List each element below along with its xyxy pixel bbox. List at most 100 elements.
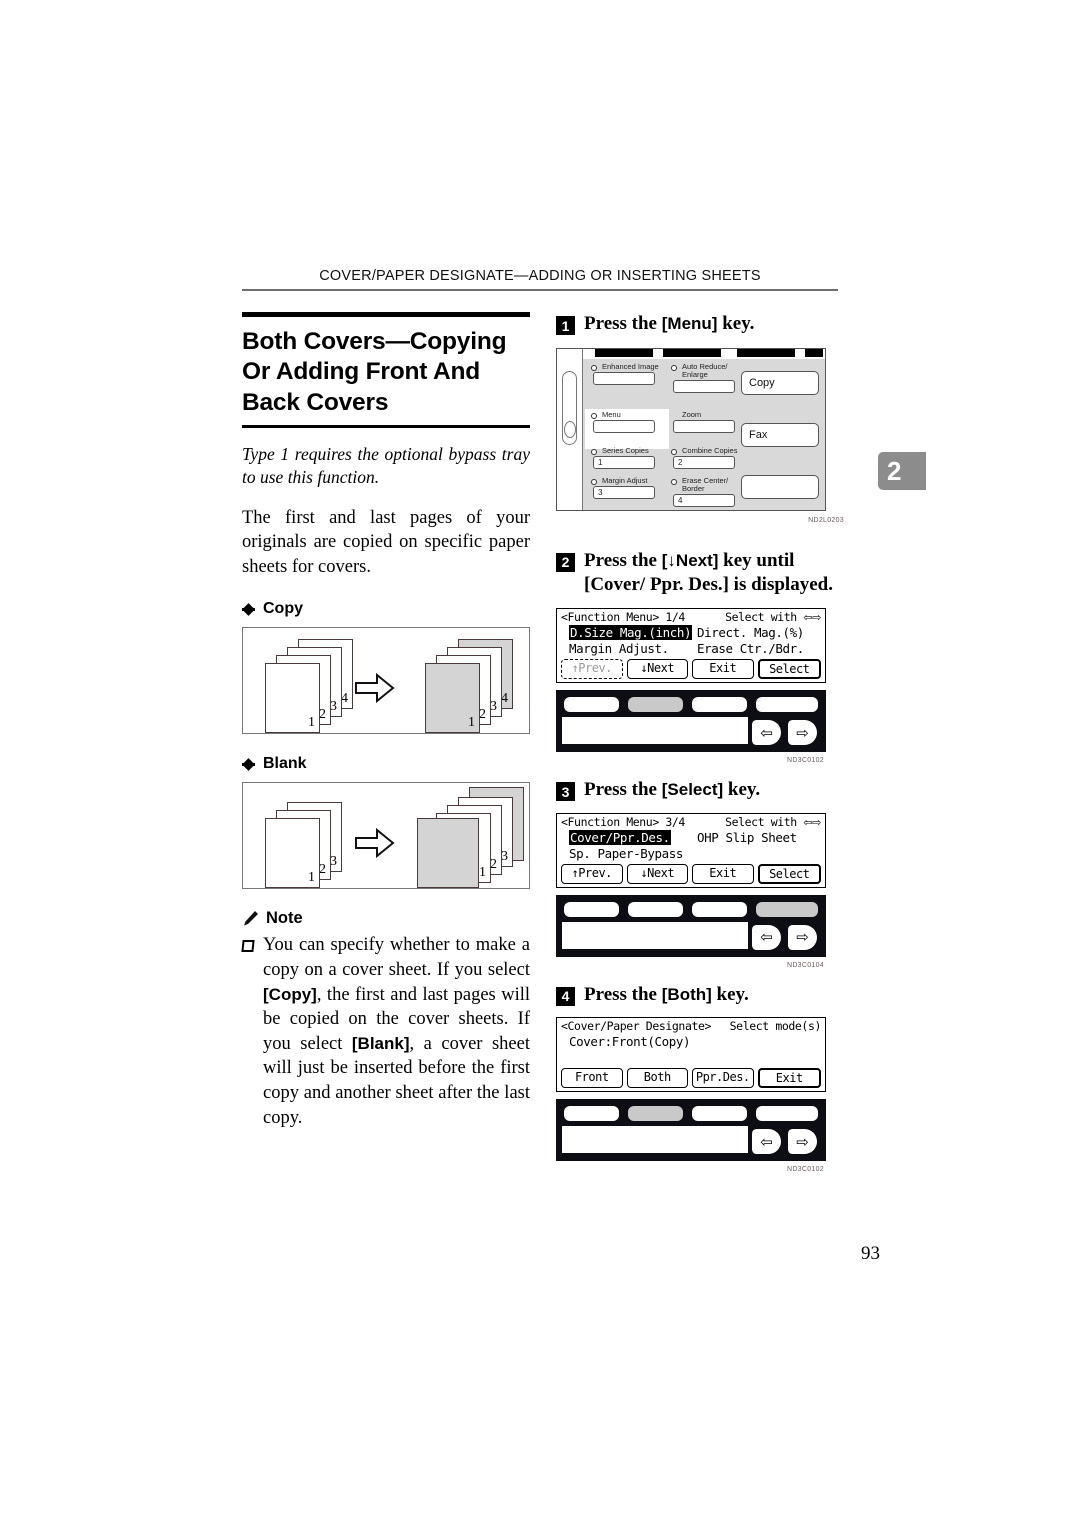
lcd-function-menu-3-4: <Function Menu> 3/4 Select with ⇦⇨ Cover… xyxy=(556,812,826,888)
diamond-bullet-icon xyxy=(242,603,255,616)
led-icon xyxy=(671,448,677,455)
left-arrow-key[interactable]: ⇦ xyxy=(752,924,781,950)
softkey-1[interactable] xyxy=(564,901,619,917)
right-arrow-key[interactable]: ⇨ xyxy=(788,1129,817,1155)
panel-key-button[interactable] xyxy=(593,371,655,385)
menu-key-label: [Menu] xyxy=(661,314,718,333)
lcd-btn-prev[interactable]: ↑Prev. xyxy=(561,659,623,680)
panel-mode-copy[interactable]: Copy xyxy=(741,370,819,395)
lcd-btn-select[interactable]: Select xyxy=(757,659,821,680)
softkey-2[interactable] xyxy=(628,901,683,917)
left-arrow-key[interactable]: ⇦ xyxy=(752,1129,781,1155)
lcd-option[interactable]: OHP Slip Sheet xyxy=(697,830,797,846)
lcd-function-menu-1-4: <Function Menu> 1/4 Select with ⇦⇨ D.Siz… xyxy=(556,608,826,684)
panel-key-enhanced-image[interactable]: Enhanced Image xyxy=(591,361,671,385)
lcd-btn-exit[interactable]: Exit xyxy=(692,659,754,680)
note-key-label: [Copy] xyxy=(263,984,317,1004)
lcd-option[interactable]: Sp. Paper-Bypass xyxy=(569,846,697,862)
step-text: Press the [Select] key. xyxy=(584,779,761,801)
lcd-btn-prev[interactable]: ↑Prev. xyxy=(561,863,623,884)
panel-key-label: Enhanced Image xyxy=(602,361,659,371)
figure-code: ND3C0102 xyxy=(786,1166,824,1174)
panel-key-label: Auto Reduce/ Enlarge xyxy=(682,361,728,379)
led-icon xyxy=(591,478,597,485)
panel-key-label: Margin Adjust xyxy=(602,475,648,485)
lcd-btn-both[interactable]: Both xyxy=(626,1068,688,1089)
panel-key-menu[interactable]: Menu xyxy=(591,410,671,433)
sheet-number: 1 xyxy=(468,715,475,731)
softkey-1[interactable] xyxy=(564,1106,619,1122)
blank-heading: Blank xyxy=(242,755,530,773)
step-number: 2 xyxy=(556,552,575,572)
softkey-bar-3: ⇦ ⇨ ND3C0102 xyxy=(556,1099,826,1173)
lcd-btn-exit[interactable]: Exit xyxy=(692,863,754,884)
led-icon xyxy=(591,364,597,371)
lcd-option[interactable]: Direct. Mag.(%) xyxy=(697,625,804,641)
lcd-softkey-labels: ↑Prev. ↓Next Exit Select xyxy=(557,862,825,887)
panel-key-button[interactable]: 3 xyxy=(593,485,655,499)
softkey-3[interactable] xyxy=(692,1106,747,1122)
panel-key-button[interactable] xyxy=(673,419,735,433)
panel-key-button[interactable] xyxy=(673,379,735,393)
lcd-blank-line xyxy=(557,1050,825,1066)
lcd-softkey-labels: ↑Prev. ↓Next Exit Select xyxy=(557,657,825,682)
lcd-title: <Function Menu> 1/4 xyxy=(561,610,685,625)
panel-key-label: Combine Copies xyxy=(682,445,738,455)
panel-mode-extra[interactable] xyxy=(741,474,819,499)
panel-key-combine-copies[interactable]: Combine Copies 2 xyxy=(671,445,751,469)
lcd-btn-next[interactable]: ↓Next xyxy=(626,659,688,680)
panel-mode-fax[interactable]: Fax xyxy=(741,422,819,447)
right-arrow-icon xyxy=(355,828,395,859)
softkey-4[interactable] xyxy=(756,901,818,917)
step-text: Press the [Menu] key. xyxy=(584,313,755,334)
control-panel-figure: Enhanced Image Auto Reduce/ Enlarge Menu… xyxy=(556,347,846,524)
lcd-option[interactable]: Erase Ctr./Bdr. xyxy=(697,641,804,657)
sheet-number: 1 xyxy=(308,715,315,731)
both-key-label: [Both] xyxy=(661,984,712,1004)
softkey-3[interactable] xyxy=(692,901,747,917)
softkey-2[interactable] xyxy=(628,697,683,713)
step-number: 4 xyxy=(556,986,575,1006)
lcd-option[interactable]: Margin Adjust. xyxy=(569,641,697,657)
lcd-hint: Select with ⇦⇨ xyxy=(725,814,821,829)
lcd-title: <Cover/Paper Designate> xyxy=(561,1019,712,1034)
panel-key-margin-adjust[interactable]: Margin Adjust 3 xyxy=(591,475,671,499)
softkey-4[interactable] xyxy=(756,1106,818,1122)
lcd-hint: Select mode(s) xyxy=(729,1019,822,1034)
lcd-title: <Function Menu> 3/4 xyxy=(561,814,685,829)
figure-code: ND2L0203 xyxy=(808,516,844,524)
lcd-hint-arrows: ⇦⇨ xyxy=(803,815,821,829)
left-arrow-key[interactable]: ⇦ xyxy=(752,720,781,746)
sheet-number: 4 xyxy=(501,691,508,707)
lcd-btn-front[interactable]: Front xyxy=(561,1068,623,1089)
note-item: You can specify whether to make a copy o… xyxy=(241,933,530,1130)
lcd-option-row: D.Size Mag.(inch) Direct. Mag.(%) xyxy=(557,625,825,641)
softkey-4[interactable] xyxy=(756,697,818,713)
sheet-number: 4 xyxy=(341,691,348,707)
panel-key-button[interactable]: 1 xyxy=(593,455,655,469)
right-arrow-key[interactable]: ⇨ xyxy=(788,720,817,746)
display-strip xyxy=(562,1126,748,1154)
lcd-option-selected[interactable]: D.Size Mag.(inch) xyxy=(569,625,693,641)
sheet-out-front-cover xyxy=(417,818,479,889)
panel-key-series-copies[interactable]: Series Copies 1 xyxy=(591,446,671,469)
softkey-1[interactable] xyxy=(564,697,619,713)
panel-key-erase-center-border[interactable]: Erase Center/ Border 4 xyxy=(671,476,751,507)
lcd-btn-ppr-des[interactable]: Ppr.Des. xyxy=(692,1068,754,1089)
panel-key-button[interactable]: 2 xyxy=(673,455,735,469)
panel-key-auto-reduce-enlarge[interactable]: Auto Reduce/ Enlarge xyxy=(671,361,751,393)
running-header: COVER/PAPER DESIGNATE—ADDING OR INSERTIN… xyxy=(319,268,761,284)
right-arrow-key[interactable]: ⇨ xyxy=(788,924,817,950)
lcd-option-selected[interactable]: Cover/Ppr.Des. xyxy=(569,829,671,845)
led-icon xyxy=(591,412,597,419)
panel-key-button[interactable]: 4 xyxy=(673,493,735,507)
sheet-number: 2 xyxy=(319,707,326,723)
softkey-2[interactable] xyxy=(628,1106,683,1122)
lcd-btn-exit[interactable]: Exit xyxy=(757,1068,821,1089)
panel-key-button[interactable] xyxy=(593,419,655,433)
lcd-btn-next[interactable]: ↓Next xyxy=(626,863,688,884)
lcd-btn-select[interactable]: Select xyxy=(757,863,821,884)
softkey-3[interactable] xyxy=(692,697,747,713)
lcd-title-row: <Function Menu> 3/4 Select with ⇦⇨ xyxy=(557,814,825,830)
panel-key-zoom[interactable]: Zoom xyxy=(671,410,751,433)
